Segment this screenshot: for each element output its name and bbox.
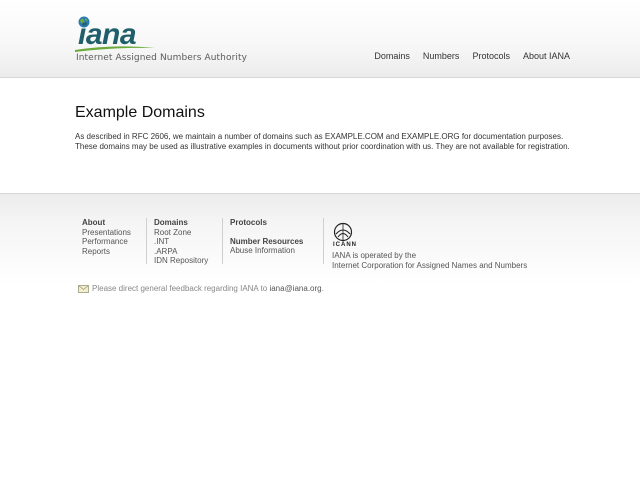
page-title: Example Domains xyxy=(75,104,205,121)
footer-link-domains[interactable]: Domains xyxy=(154,218,208,228)
feedback-line: Please direct general feedback regarding… xyxy=(78,284,324,293)
footer-link-arpa[interactable]: .ARPA xyxy=(154,247,208,257)
footer-link-presentations[interactable]: Presentations xyxy=(82,228,131,238)
iana-logo-link[interactable]: iana Internet Assigned Numbers Authority xyxy=(75,14,247,66)
nav-link-numbers[interactable]: Numbers xyxy=(423,51,460,61)
footer-column-domains: Domains Root Zone .INT .ARPA IDN Reposit… xyxy=(154,218,208,266)
nav-link-about-iana[interactable]: About IANA xyxy=(523,51,570,61)
icann-note-line1: IANA is operated by the xyxy=(332,251,417,260)
description-paragraph: As described in RFC 2606, we maintain a … xyxy=(75,132,570,151)
icann-operator-note: IANA is operated by the Internet Corpora… xyxy=(332,251,527,270)
nav-link-domains[interactable]: Domains xyxy=(374,51,410,61)
feedback-email-link[interactable]: iana@iana.org xyxy=(269,284,321,293)
footer-link-int[interactable]: .INT xyxy=(154,237,208,247)
footer-divider xyxy=(323,218,324,264)
main-content: Example Domains As described in RFC 2606… xyxy=(75,104,585,152)
footer-link-protocols[interactable]: Protocols xyxy=(230,218,303,228)
feedback-suffix: . xyxy=(321,284,324,293)
site-header: iana Internet Assigned Numbers Authority… xyxy=(0,0,640,78)
footer-link-root-zone[interactable]: Root Zone xyxy=(154,228,208,238)
icann-logo-icon[interactable] xyxy=(332,222,354,242)
logo-swoosh-icon xyxy=(75,46,155,52)
footer-divider xyxy=(222,218,223,264)
site-footer: About Presentations Performance Reports … xyxy=(0,193,640,480)
nav-link-protocols[interactable]: Protocols xyxy=(472,51,510,61)
footer-link-idn-repository[interactable]: IDN Repository xyxy=(154,256,208,266)
mail-icon xyxy=(78,284,89,293)
footer-link-performance[interactable]: Performance xyxy=(82,237,131,247)
footer-link-reports[interactable]: Reports xyxy=(82,247,131,257)
icann-logo-text: ICANN xyxy=(333,242,357,248)
footer-column-about: About Presentations Performance Reports xyxy=(82,218,131,256)
footer-divider xyxy=(146,218,147,264)
main-nav: Domains Numbers Protocols About IANA xyxy=(374,51,570,61)
footer-link-about[interactable]: About xyxy=(82,218,131,228)
logo-tagline: Internet Assigned Numbers Authority xyxy=(76,53,248,63)
icann-link[interactable]: Internet Corporation for Assigned Names … xyxy=(332,261,527,271)
feedback-text: Please direct general feedback regarding… xyxy=(92,284,268,293)
footer-link-abuse-information[interactable]: Abuse Information xyxy=(230,246,303,256)
footer-link-number-resources[interactable]: Number Resources xyxy=(230,237,303,247)
footer-column-protocols: Protocols Number Resources Abuse Informa… xyxy=(230,218,303,256)
